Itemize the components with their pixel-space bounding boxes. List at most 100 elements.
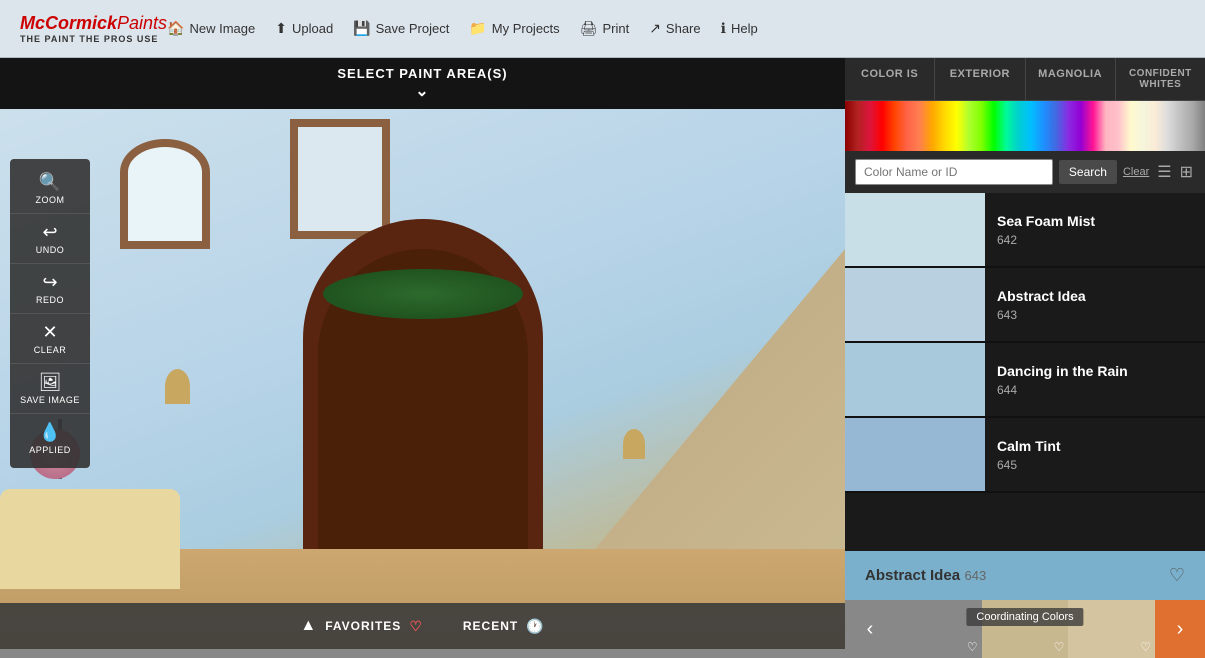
confident-whites-tab[interactable]: CONFIDENT WHITES bbox=[1116, 58, 1205, 100]
coord-heart-3[interactable]: ♡ bbox=[1140, 640, 1151, 654]
search-area: Search Clear ☰ ⊞ bbox=[845, 151, 1205, 193]
paint-area-bar: SELECT PAINT AREA(S) ⌄ bbox=[0, 58, 845, 109]
share-icon: ↗ bbox=[649, 20, 661, 37]
zoom-icon: 🔍 bbox=[39, 172, 61, 193]
color-item-abstract-idea[interactable]: Abstract Idea 643 bbox=[845, 268, 1205, 343]
color-strip-gradient bbox=[845, 101, 1205, 151]
zoom-label: ZOOM bbox=[36, 195, 65, 205]
coord-prev-button[interactable]: ‹ bbox=[845, 600, 895, 658]
logo: McCormick Paints THE PAINT THE PROS USE bbox=[20, 13, 167, 44]
upload-icon: ⬆ bbox=[275, 20, 287, 37]
help-label: Help bbox=[731, 21, 758, 36]
clear-tool[interactable]: ✕ CLEAR bbox=[10, 314, 90, 364]
main-nav: 🏠 New Image ⬆ Upload 💾 Save Project 📁 My… bbox=[167, 20, 1185, 37]
wall-light-left bbox=[165, 369, 190, 404]
chair bbox=[0, 489, 180, 589]
logo-paints: Paints bbox=[117, 13, 167, 34]
color-is-tab[interactable]: COLOR IS bbox=[845, 58, 935, 100]
exterior-tab[interactable]: EXTERIOR bbox=[935, 58, 1025, 100]
window-center bbox=[290, 119, 390, 239]
print-nav[interactable]: 🖨 Print bbox=[580, 20, 630, 37]
favorites-bar: ▲ FAVORITES ♡ RECENT 🕐 bbox=[0, 603, 845, 649]
color-number-abstract-idea: 643 bbox=[997, 308, 1086, 322]
color-info-dancing-rain: Dancing in the Rain 644 bbox=[985, 355, 1140, 405]
save-project-nav[interactable]: 💾 Save Project bbox=[353, 20, 449, 37]
clear-icon: ✕ bbox=[42, 322, 57, 343]
clock-icon: 🕐 bbox=[526, 618, 544, 635]
color-name-abstract-idea: Abstract Idea bbox=[997, 288, 1086, 304]
window-left bbox=[120, 139, 210, 249]
search-input[interactable] bbox=[855, 159, 1053, 185]
left-panel: SELECT PAINT AREA(S) ⌄ bbox=[0, 58, 845, 658]
favorites-label: FAVORITES bbox=[325, 619, 401, 633]
save-image-icon: 🖼 bbox=[39, 372, 62, 393]
right-panel: COLOR IS EXTERIOR MAGNOLIA CONFIDENT WHI… bbox=[845, 58, 1205, 658]
color-swatch-calm-tint bbox=[845, 418, 985, 491]
recent-button[interactable]: RECENT 🕐 bbox=[463, 618, 545, 635]
selected-color-bar: Abstract Idea 643 ♡ bbox=[845, 551, 1205, 600]
selected-heart-icon[interactable]: ♡ bbox=[1169, 565, 1185, 586]
magnolia-tab[interactable]: MAGNOLIA bbox=[1026, 58, 1116, 100]
share-label: Share bbox=[666, 21, 701, 36]
applied-label: APPLIED bbox=[29, 445, 71, 455]
applied-tool[interactable]: 💧 APPLIED bbox=[10, 414, 90, 463]
new-image-label: New Image bbox=[190, 21, 256, 36]
plants bbox=[323, 269, 523, 319]
favorites-button[interactable]: ▲ FAVORITES ♡ bbox=[300, 617, 423, 635]
room-image-container: 🔍 ZOOM ↩ UNDO ↪ REDO ✕ CLEAR 🖼 SAVE bbox=[0, 109, 845, 649]
logo-tagline: THE PAINT THE PROS USE bbox=[20, 34, 158, 44]
folder-icon: 📁 bbox=[469, 20, 486, 37]
redo-label: REDO bbox=[36, 295, 64, 305]
color-item-dancing-rain[interactable]: Dancing in the Rain 644 bbox=[845, 343, 1205, 418]
my-projects-nav[interactable]: 📁 My Projects bbox=[469, 20, 559, 37]
zoom-tool[interactable]: 🔍 ZOOM bbox=[10, 164, 90, 214]
save-image-tool[interactable]: 🖼 SAVE IMAGE bbox=[10, 364, 90, 414]
coord-next-button[interactable]: › bbox=[1155, 600, 1205, 658]
print-icon: 🖨 bbox=[580, 20, 598, 37]
help-nav[interactable]: ℹ Help bbox=[721, 20, 758, 37]
upload-nav[interactable]: ⬆ Upload bbox=[275, 20, 333, 37]
color-item-calm-tint[interactable]: Calm Tint 645 bbox=[845, 418, 1205, 493]
share-nav[interactable]: ↗ Share bbox=[649, 20, 700, 37]
color-tabs: COLOR IS EXTERIOR MAGNOLIA CONFIDENT WHI… bbox=[845, 58, 1205, 101]
undo-tool[interactable]: ↩ UNDO bbox=[10, 214, 90, 264]
color-info-calm-tint: Calm Tint 645 bbox=[985, 430, 1073, 480]
logo-mc: McCormick bbox=[20, 13, 117, 34]
my-projects-label: My Projects bbox=[492, 21, 560, 36]
chevron-down-icon: ⌄ bbox=[8, 81, 837, 101]
selected-color-info: Abstract Idea 643 bbox=[865, 567, 986, 585]
coordinating-bar: ‹ ♡ ♡ ♡ Coordinating Colors › bbox=[845, 600, 1205, 658]
redo-icon: ↪ bbox=[42, 272, 57, 293]
color-list: Sea Foam Mist 642 Abstract Idea 643 Danc… bbox=[845, 193, 1205, 551]
header: McCormick Paints THE PAINT THE PROS USE … bbox=[0, 0, 1205, 58]
color-strip[interactable] bbox=[845, 101, 1205, 151]
info-icon: ℹ bbox=[721, 20, 726, 37]
color-number-sea-foam: 642 bbox=[997, 233, 1095, 247]
undo-label: UNDO bbox=[36, 245, 65, 255]
heart-icon: ♡ bbox=[409, 618, 423, 635]
coord-heart-2[interactable]: ♡ bbox=[1054, 640, 1065, 654]
wall-light-right bbox=[623, 429, 645, 459]
color-number-calm-tint: 645 bbox=[997, 458, 1061, 472]
color-item-sea-foam[interactable]: Sea Foam Mist 642 bbox=[845, 193, 1205, 268]
coordinating-label: Coordinating Colors bbox=[966, 608, 1083, 626]
color-swatch-abstract-idea bbox=[845, 268, 985, 341]
redo-tool[interactable]: ↪ REDO bbox=[10, 264, 90, 314]
save-icon: 💾 bbox=[353, 20, 370, 37]
grid-view-icon[interactable]: ⊞ bbox=[1178, 160, 1195, 184]
color-info-sea-foam: Sea Foam Mist 642 bbox=[985, 205, 1107, 255]
coord-heart-1[interactable]: ♡ bbox=[967, 640, 978, 654]
search-button[interactable]: Search bbox=[1059, 160, 1117, 184]
list-view-icon[interactable]: ☰ bbox=[1155, 160, 1173, 184]
view-icons: ☰ ⊞ bbox=[1155, 160, 1195, 184]
paint-area-title: SELECT PAINT AREA(S) bbox=[337, 66, 507, 81]
selected-color-number: 643 bbox=[965, 568, 987, 583]
color-swatch-dancing-rain bbox=[845, 343, 985, 416]
color-swatch-sea-foam bbox=[845, 193, 985, 266]
selected-color-name: Abstract Idea bbox=[865, 567, 960, 584]
new-image-nav[interactable]: 🏠 New Image bbox=[167, 20, 255, 37]
clear-link[interactable]: Clear bbox=[1123, 166, 1149, 178]
color-name-calm-tint: Calm Tint bbox=[997, 438, 1061, 454]
clear-label: CLEAR bbox=[34, 345, 67, 355]
upload-label: Upload bbox=[292, 21, 333, 36]
